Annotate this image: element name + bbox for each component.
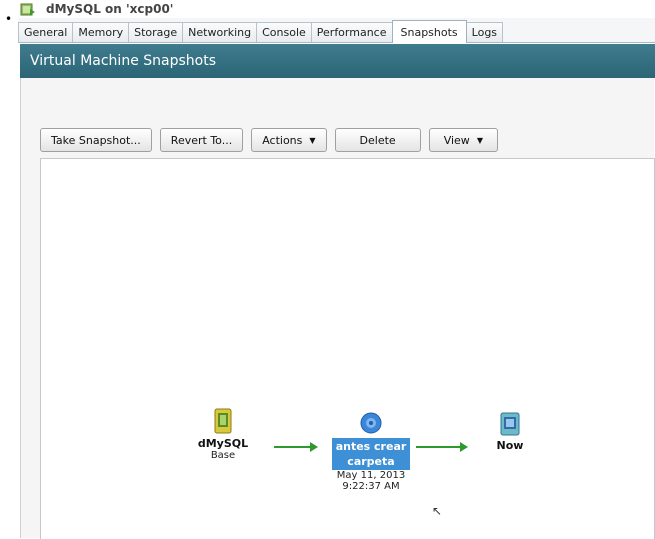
take-snapshot-label: Take Snapshot... (51, 133, 141, 147)
snapshot-name-line2: carpeta (347, 455, 395, 468)
snapshot-node-now[interactable]: Now (490, 412, 530, 452)
view-dropdown-button[interactable]: View ▼ (428, 128, 498, 152)
snapshot-node-selected[interactable]: antes crear carpeta May 11, 2013 9:22:37 … (331, 412, 411, 492)
take-snapshot-button[interactable]: Take Snapshot... (40, 128, 152, 152)
xencenter-window: dMySQL on 'xcp00' General Memory Storage… (18, 0, 655, 539)
delete-button[interactable]: Delete (334, 128, 421, 152)
section-header: Virtual Machine Snapshots (20, 44, 655, 78)
vm-running-icon (20, 2, 36, 16)
revert-to-label: Revert To... (170, 133, 233, 147)
snapshot-date: May 11, 2013 (336, 470, 406, 481)
actions-dropdown-button[interactable]: Actions ▼ (251, 128, 327, 152)
section-title: Virtual Machine Snapshots (30, 53, 216, 69)
snapshot-disk-icon (360, 412, 382, 434)
now-name: Now (496, 439, 524, 452)
view-label: View (443, 133, 470, 147)
vm-base-icon (214, 408, 232, 434)
snapshot-node-base[interactable]: dMySQL Base (190, 408, 256, 461)
window-title: dMySQL on 'xcp00' (46, 2, 174, 16)
tab-general[interactable]: General (18, 22, 74, 42)
base-sub: Base (210, 450, 236, 461)
arrow-base-to-snapshot (274, 442, 318, 452)
tab-console[interactable]: Console (256, 22, 312, 42)
delete-label: Delete (359, 133, 396, 147)
tab-networking[interactable]: Networking (182, 22, 258, 42)
arrow-snapshot-to-now (416, 442, 468, 452)
snapshot-toolbar-buttons: Take Snapshot... Revert To... Actions ▼ D… (40, 128, 498, 152)
caret-down-icon: ▼ (309, 135, 316, 145)
mouse-cursor-icon: ↖ (432, 504, 443, 518)
vm-now-icon (500, 412, 520, 436)
snapshot-time: 9:22:37 AM (342, 481, 400, 492)
list-bullet: • (5, 12, 13, 26)
snapshot-name-line1: antes crear (335, 440, 407, 453)
caret-down-icon: ▼ (476, 135, 483, 145)
title-bar: dMySQL on 'xcp00' (18, 0, 655, 18)
tab-strip: General Memory Storage Networking Consol… (18, 18, 655, 43)
revert-to-button[interactable]: Revert To... (159, 128, 244, 152)
tab-storage[interactable]: Storage (128, 22, 184, 42)
base-name: dMySQL (197, 437, 249, 450)
tab-performance[interactable]: Performance (310, 22, 393, 42)
actions-label: Actions (262, 133, 303, 147)
tab-memory[interactable]: Memory (72, 22, 130, 42)
tab-logs[interactable]: Logs (465, 22, 504, 42)
tab-snapshots[interactable]: Snapshots (391, 20, 467, 43)
snapshot-name-selected: antes crear carpeta (331, 438, 411, 470)
